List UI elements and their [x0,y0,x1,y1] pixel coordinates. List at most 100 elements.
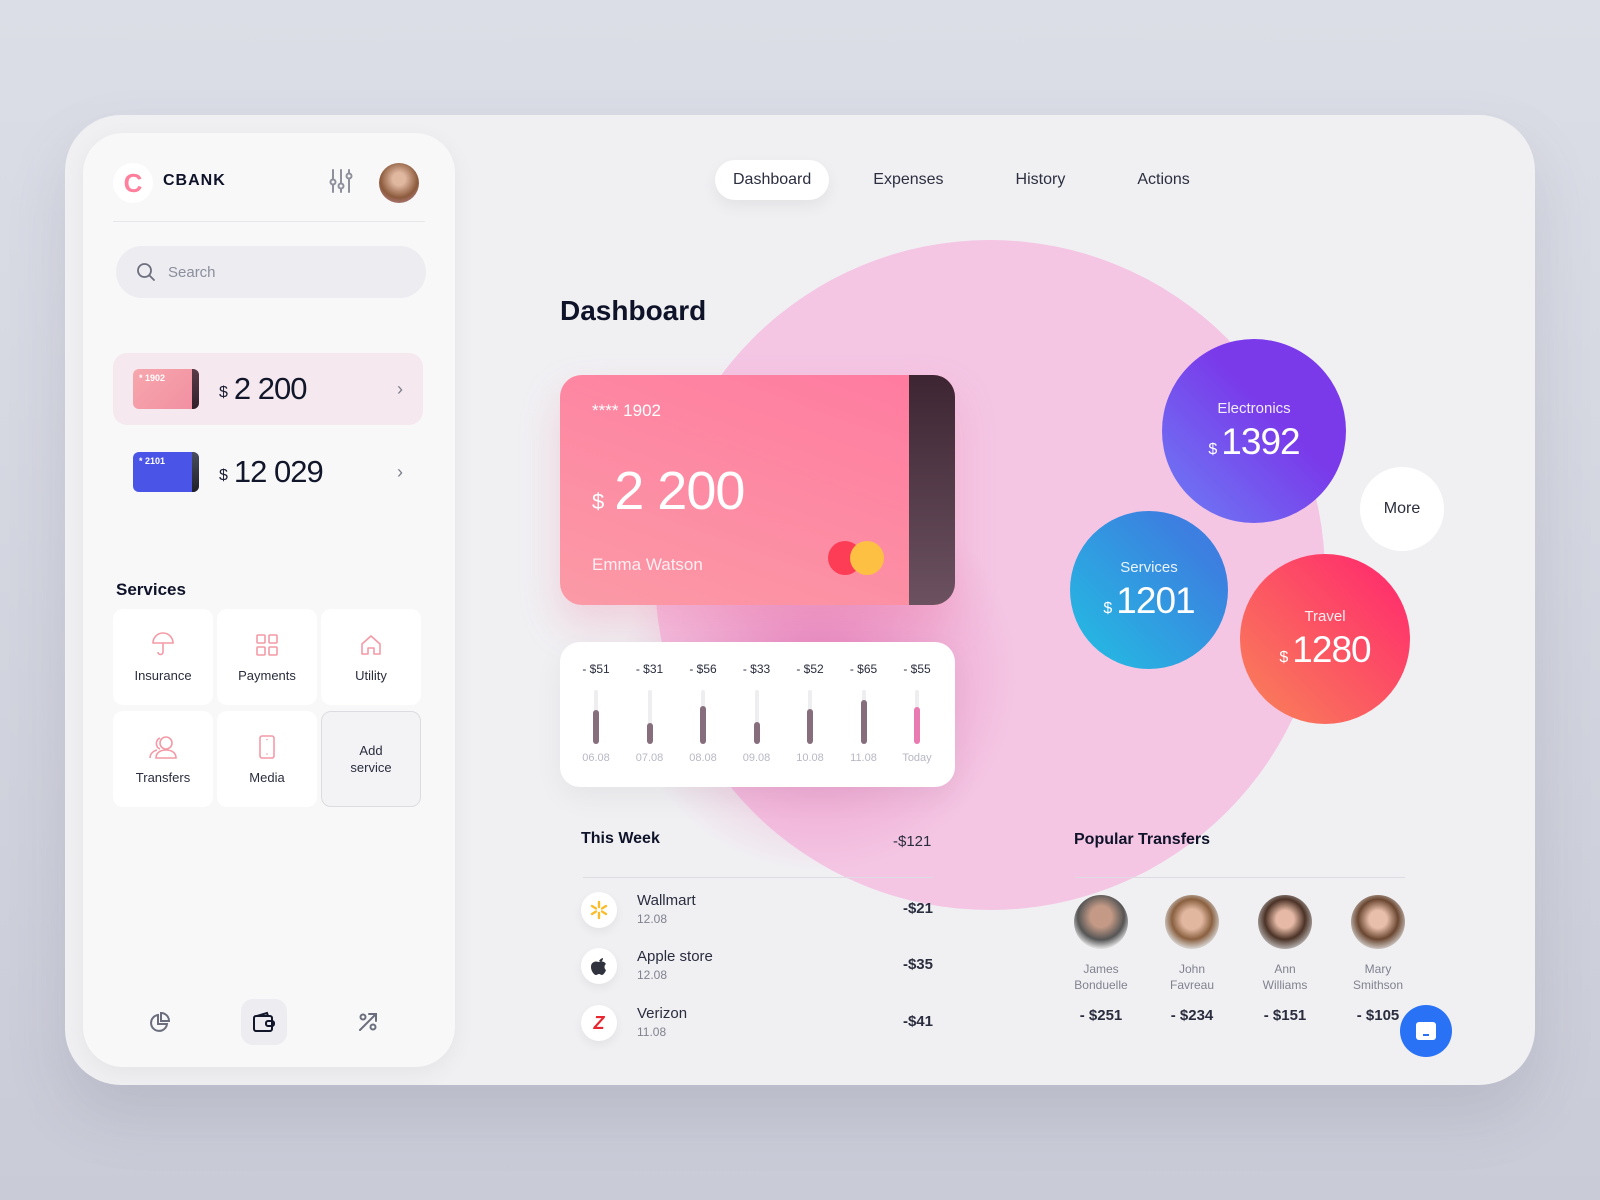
sidebar: C CBANK Search * 1902 $ 2 200 › * 2101 $… [83,133,455,1067]
bar-fill [807,709,813,744]
category-travel[interactable]: Travel $1280 [1240,554,1410,724]
pie-chart-icon [150,1011,171,1032]
logo[interactable]: C [113,163,153,203]
service-utility[interactable]: Utility [321,609,421,705]
transaction-item[interactable]: Z Verizon 11.08 -$41 [581,1005,933,1045]
bar-fill [700,706,706,744]
avatar [1165,895,1219,949]
day-column[interactable]: - $52 10.08 [790,642,830,787]
transfer-contact[interactable]: Mary Smithson - $105 [1333,895,1423,1024]
card-label: * 2101 [139,456,166,466]
card-balance: $ 2 200 [592,460,745,522]
filter-icon[interactable] [329,167,353,195]
wallet-icon [253,1011,275,1032]
service-label: Utility [355,667,387,683]
transaction-amount: -$21 [902,900,933,917]
tab-expenses[interactable]: Expenses [855,160,961,200]
services-title: Services [116,580,186,599]
app-window: C CBANK Search * 1902 $ 2 200 › * 2101 $… [65,115,1535,1085]
contact-last-name: Favreau [1169,978,1215,992]
home-icon [361,634,381,655]
umbrella-icon [152,631,174,655]
users-icon [149,735,177,759]
bar-fill [593,710,599,744]
transaction-date: 12.08 [637,912,668,926]
account-amount: 2 200 [233,371,308,406]
day-amount: - $55 [903,662,931,676]
day-column[interactable]: - $33 09.08 [737,642,777,787]
currency: $ [1208,440,1218,458]
chevron-right-icon: › [397,461,403,482]
avatar [1258,895,1312,949]
nav-stats[interactable] [137,999,183,1045]
transaction-date: 11.08 [637,1025,667,1039]
day-column[interactable]: - $65 11.08 [844,642,884,787]
bar-fill [914,707,920,744]
service-media[interactable]: Media [217,711,317,807]
divider [113,221,425,222]
contact-last-name: Williams [1262,978,1308,992]
percent-icon [359,1013,377,1031]
avatar [1351,895,1405,949]
transaction-name: Wallmart [637,892,696,909]
card-label: * 1902 [139,373,166,383]
currency: $ [219,384,228,401]
service-label: Media [249,769,285,785]
contact-first-name: John [1178,962,1206,976]
transfer-amount: - $151 [1263,1007,1307,1024]
bar-fill [753,722,760,744]
day-amount: - $52 [796,662,824,676]
day-column[interactable]: - $31 07.08 [630,642,670,787]
service-payments[interactable]: Payments [217,609,317,705]
tab-actions[interactable]: Actions [1119,160,1207,200]
chat-button[interactable] [1400,1005,1452,1057]
user-avatar[interactable] [379,163,419,203]
day-date: 07.08 [635,752,664,764]
day-column[interactable]: - $55 Today [897,642,937,787]
category-label: Services [1120,558,1178,576]
service-insurance[interactable]: Insurance [113,609,213,705]
contact-first-name: Ann [1274,962,1296,976]
category-label: Electronics [1217,399,1291,417]
apple-icon [581,948,617,984]
category-amount: 1201 [1116,579,1195,621]
search-placeholder: Search [168,263,216,281]
bar-fill [860,700,867,744]
currency: $ [219,467,228,484]
brand-name: CBANK [163,172,226,189]
day-date: 11.08 [850,752,877,764]
transaction-item[interactable]: Apple store 12.08 -$35 [581,948,933,988]
day-amount: - $56 [689,662,717,676]
avatar [1074,895,1128,949]
transaction-date: 12.08 [637,968,668,982]
account-item[interactable]: * 2101 $ 12 029 › [113,436,423,508]
transfer-contact[interactable]: James Bonduelle - $251 [1056,895,1146,1024]
currency: $ [1103,599,1113,617]
tab-dashboard[interactable]: Dashboard [715,160,830,200]
page-title: Dashboard [560,295,707,326]
transfer-contact[interactable]: Ann Williams - $151 [1240,895,1330,1024]
category-services[interactable]: Services $1201 [1070,511,1228,669]
search-input[interactable]: Search [116,246,426,298]
account-item[interactable]: * 1902 $ 2 200 › [113,353,423,425]
category-amount: 1280 [1292,628,1371,670]
credit-card[interactable]: **** 1902 $ 2 200 Emma Watson [560,375,955,605]
tab-history[interactable]: History [998,160,1084,200]
day-column[interactable]: - $51 06.08 [576,642,616,787]
transfer-amount: - $251 [1079,1007,1123,1024]
day-amount: - $51 [582,662,610,676]
category-electronics[interactable]: Electronics $1392 [1162,339,1346,523]
day-date: Today [902,752,932,764]
more-button[interactable]: More [1360,467,1444,551]
divider [583,877,933,878]
transaction-item[interactable]: Wallmart 12.08 -$21 [581,892,933,932]
nav-offers[interactable] [345,999,391,1045]
nav-wallet[interactable] [241,999,287,1045]
day-column[interactable]: - $56 08.08 [683,642,723,787]
service-label: Transfers [135,769,191,785]
day-amount: - $33 [742,662,771,676]
add-service-button[interactable]: Add service [321,711,421,807]
transfer-contact[interactable]: John Favreau - $234 [1147,895,1237,1024]
currency: $ [592,489,605,514]
service-transfers[interactable]: Transfers [113,711,213,807]
